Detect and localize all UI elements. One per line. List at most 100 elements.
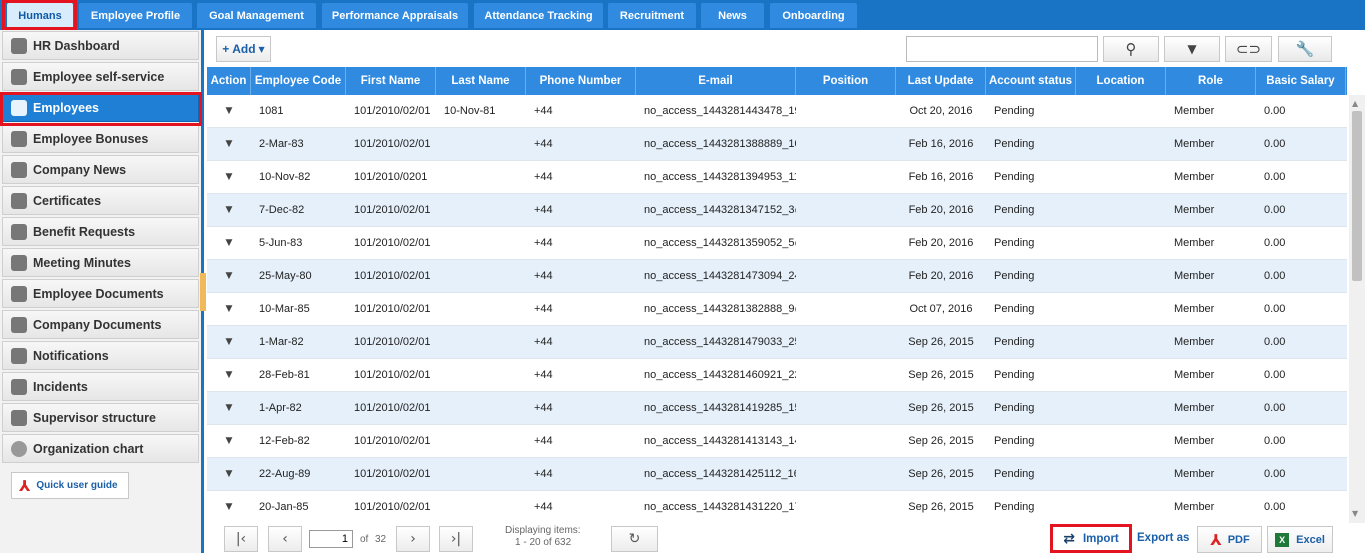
export-pdf-button[interactable]: ⅄ PDF bbox=[1197, 526, 1262, 553]
table-row[interactable]: ▼ 25-May-80 101/2010/02/01 +44 no_access_144… bbox=[207, 260, 1347, 293]
tab-employee-profile[interactable]: Employee Profile bbox=[79, 3, 192, 28]
row-action-dropdown-icon[interactable]: ▼ bbox=[226, 469, 233, 479]
import-button[interactable]: ⇄ Import bbox=[1053, 526, 1129, 552]
scroll-down-icon[interactable]: ▼ bbox=[1352, 509, 1358, 518]
row-action-cell[interactable]: ▼ bbox=[207, 227, 251, 259]
sidebar-item-employee-documents[interactable]: Employee Documents bbox=[2, 279, 199, 308]
column-header-last-name[interactable]: Last Name bbox=[436, 67, 526, 95]
export-excel-button[interactable]: X Excel bbox=[1267, 526, 1333, 553]
row-action-dropdown-icon[interactable]: ▼ bbox=[226, 271, 233, 281]
column-header-position[interactable]: Position bbox=[796, 67, 896, 95]
sidebar-item-incidents[interactable]: Incidents bbox=[2, 372, 199, 401]
table-row[interactable]: ▼ 1-Apr-82 101/2010/02/01 +44 no_access_1443… bbox=[207, 392, 1347, 425]
row-action-cell[interactable]: ▼ bbox=[207, 491, 251, 523]
row-action-dropdown-icon[interactable]: ▼ bbox=[226, 304, 233, 314]
column-header-account-status[interactable]: Account status bbox=[986, 67, 1076, 95]
vertical-scrollbar[interactable]: ▲ ▼ bbox=[1349, 95, 1365, 523]
sidebar-collapse-handle[interactable] bbox=[200, 273, 206, 311]
table-row[interactable]: ▼ 2-Mar-83 101/2010/02/01 +44 no_access_1443… bbox=[207, 128, 1347, 161]
table-row[interactable]: ▼ 10-Mar-85 101/2010/02/01 +44 no_access_144… bbox=[207, 293, 1347, 326]
tab-onboarding[interactable]: Onboarding bbox=[770, 3, 857, 28]
sidebar-item-employee-self-service[interactable]: Employee self-service bbox=[2, 62, 199, 91]
quick-user-guide-button[interactable]: ⅄ Quick user guide bbox=[11, 472, 129, 499]
prev-page-button[interactable]: ‹ bbox=[268, 526, 302, 552]
sidebar-item-benefit-requests[interactable]: Benefit Requests bbox=[2, 217, 199, 246]
row-action-dropdown-icon[interactable]: ▼ bbox=[226, 139, 233, 149]
cell-phone-number: +44 bbox=[534, 402, 553, 414]
settings-button[interactable]: 🔧 bbox=[1278, 36, 1332, 62]
table-row[interactable]: ▼ 22-Aug-89 101/2010/02/01 +44 no_access_144… bbox=[207, 458, 1347, 491]
sidebar-item-company-documents[interactable]: Company Documents bbox=[2, 310, 199, 339]
column-header-basic-salary[interactable]: Basic Salary bbox=[1256, 67, 1346, 95]
table-row[interactable]: ▼ 28-Feb-81 101/2010/02/01 +44 no_access_144… bbox=[207, 359, 1347, 392]
row-action-cell[interactable]: ▼ bbox=[207, 392, 251, 424]
search-input[interactable] bbox=[906, 36, 1098, 62]
link-button[interactable]: ⊂⊃ bbox=[1225, 36, 1272, 62]
sidebar-item-label: Incidents bbox=[33, 379, 88, 394]
sidebar-item-organization-chart[interactable]: Organization chart bbox=[2, 434, 199, 463]
row-action-cell[interactable]: ▼ bbox=[207, 326, 251, 358]
sidebar-item-notifications[interactable]: Notifications bbox=[2, 341, 199, 370]
row-action-dropdown-icon[interactable]: ▼ bbox=[226, 106, 233, 116]
sidebar-item-company-news[interactable]: Company News bbox=[2, 155, 199, 184]
row-action-cell[interactable]: ▼ bbox=[207, 425, 251, 457]
tab-performance-appraisals[interactable]: Performance Appraisals bbox=[322, 3, 468, 28]
first-page-button[interactable]: |‹ bbox=[224, 526, 258, 552]
search-button[interactable]: ⚲ bbox=[1103, 36, 1159, 62]
sidebar-item-hr-dashboard[interactable]: HR Dashboard bbox=[2, 31, 199, 60]
cell-last-update: Feb 20, 2016 bbox=[908, 204, 974, 216]
sidebar-item-employee-bonuses[interactable]: Employee Bonuses bbox=[2, 124, 199, 153]
row-action-cell[interactable]: ▼ bbox=[207, 161, 251, 193]
column-header-last-update[interactable]: Last Update bbox=[896, 67, 986, 95]
column-header-employee-code[interactable]: Employee Code bbox=[251, 67, 346, 95]
sidebar-item-meeting-minutes[interactable]: Meeting Minutes bbox=[2, 248, 199, 277]
cell-email: no_access_1443281473094_24 bbox=[644, 270, 796, 282]
column-header-action[interactable]: Action bbox=[207, 67, 251, 95]
page-number-input[interactable] bbox=[309, 530, 353, 548]
row-action-cell[interactable]: ▼ bbox=[207, 194, 251, 226]
row-action-cell[interactable]: ▼ bbox=[207, 260, 251, 292]
last-page-button[interactable]: ›| bbox=[439, 526, 473, 552]
row-action-dropdown-icon[interactable]: ▼ bbox=[226, 403, 233, 413]
row-action-cell[interactable]: ▼ bbox=[207, 359, 251, 391]
column-header-email[interactable]: E-mail bbox=[636, 67, 796, 95]
column-header-role[interactable]: Role bbox=[1166, 67, 1256, 95]
row-action-cell[interactable]: ▼ bbox=[207, 293, 251, 325]
tab-recruitment[interactable]: Recruitment bbox=[608, 3, 696, 28]
row-action-cell[interactable]: ▼ bbox=[207, 95, 251, 127]
table-row[interactable]: ▼ 1081 101/2010/02/01 10-Nov-81 +44 no_access… bbox=[207, 95, 1347, 128]
table-row[interactable]: ▼ 20-Jan-85 101/2010/02/01 +44 no_access_144… bbox=[207, 491, 1347, 523]
scroll-thumb[interactable] bbox=[1352, 111, 1362, 281]
sidebar-item-certificates[interactable]: Certificates bbox=[2, 186, 199, 215]
row-action-dropdown-icon[interactable]: ▼ bbox=[226, 370, 233, 380]
row-action-dropdown-icon[interactable]: ▼ bbox=[226, 337, 233, 347]
row-action-cell[interactable]: ▼ bbox=[207, 458, 251, 490]
tab-news[interactable]: News bbox=[701, 3, 764, 28]
scroll-up-icon[interactable]: ▲ bbox=[1352, 99, 1358, 108]
filter-button[interactable]: ▼ bbox=[1164, 36, 1220, 62]
table-row[interactable]: ▼ 12-Feb-82 101/2010/02/01 +44 no_access_144… bbox=[207, 425, 1347, 458]
tab-attendance-tracking[interactable]: Attendance Tracking bbox=[474, 3, 603, 28]
sidebar-item-employees[interactable]: Employees bbox=[2, 93, 199, 122]
add-button[interactable]: + Add ▼ bbox=[216, 36, 271, 62]
row-action-dropdown-icon[interactable]: ▼ bbox=[226, 205, 233, 215]
row-action-dropdown-icon[interactable]: ▼ bbox=[226, 436, 233, 446]
column-header-phone-number[interactable]: Phone Number bbox=[526, 67, 636, 95]
row-action-dropdown-icon[interactable]: ▼ bbox=[226, 502, 233, 512]
table-row[interactable]: ▼ 7-Dec-82 101/2010/02/01 +44 no_access_1443… bbox=[207, 194, 1347, 227]
tab-goal-management[interactable]: Goal Management bbox=[197, 3, 316, 28]
refresh-button[interactable]: ↻ bbox=[611, 526, 658, 552]
row-action-dropdown-icon[interactable]: ▼ bbox=[226, 172, 233, 182]
next-page-button[interactable]: › bbox=[396, 526, 430, 552]
table-row[interactable]: ▼ 1-Mar-82 101/2010/02/01 +44 no_access_1443… bbox=[207, 326, 1347, 359]
cell-employee-code: 1081 bbox=[259, 105, 284, 117]
table-row[interactable]: ▼ 10-Nov-82 101/2010/0201 +44 no_access_1443… bbox=[207, 161, 1347, 194]
column-header-first-name[interactable]: First Name bbox=[346, 67, 436, 95]
tab-humans[interactable]: Humans bbox=[7, 3, 73, 28]
column-header-location[interactable]: Location bbox=[1076, 67, 1166, 95]
cell-location bbox=[1076, 128, 1166, 160]
row-action-cell[interactable]: ▼ bbox=[207, 128, 251, 160]
sidebar-item-supervisor-structure[interactable]: Supervisor structure bbox=[2, 403, 199, 432]
table-row[interactable]: ▼ 5-Jun-83 101/2010/02/01 +44 no_access_1443… bbox=[207, 227, 1347, 260]
row-action-dropdown-icon[interactable]: ▼ bbox=[226, 238, 233, 248]
